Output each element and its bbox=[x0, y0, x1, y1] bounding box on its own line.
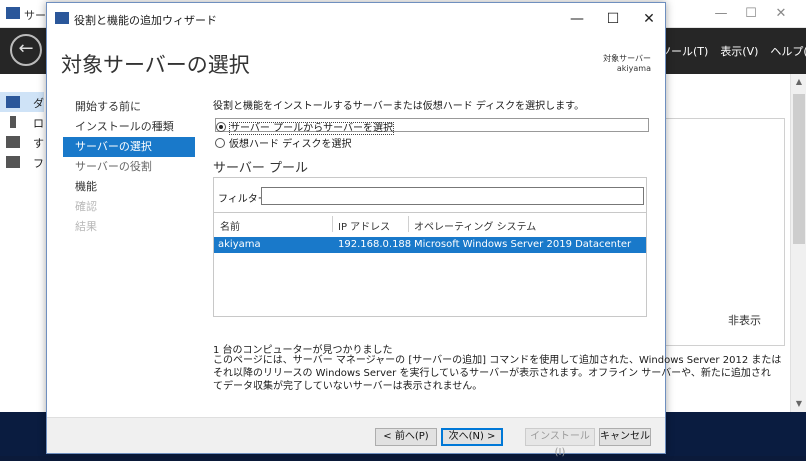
radio-vhd-label: 仮想ハード ディスクを選択 bbox=[229, 139, 352, 150]
column-separator[interactable] bbox=[408, 216, 409, 232]
description-text: このページには、サーバー マネージャーの [サーバーの追加] コマンドを使用して… bbox=[213, 354, 782, 393]
server-manager-icon bbox=[6, 7, 20, 19]
nav-features[interactable]: 機能 bbox=[63, 177, 195, 197]
close-button[interactable]: ✕ bbox=[635, 9, 663, 29]
next-button[interactable]: 次へ(N) > bbox=[441, 428, 503, 446]
filter-input[interactable] bbox=[261, 187, 644, 205]
sidebar-item-file[interactable]: フ bbox=[0, 152, 44, 172]
server-manager-title: サー bbox=[24, 9, 46, 22]
server-manager-sidebar: ダ ロ す フ bbox=[0, 92, 44, 172]
hide-link[interactable]: 非表示 bbox=[728, 312, 761, 328]
menu-view[interactable]: 表示(V) bbox=[720, 45, 758, 58]
server-icon bbox=[10, 116, 16, 128]
bg-close-button[interactable]: ✕ bbox=[766, 4, 796, 24]
cell-os: Microsoft Windows Server 2019 Datacenter bbox=[414, 239, 632, 250]
server-manager-menu: ツール(T) 表示(V) ヘルプ(H) bbox=[660, 43, 806, 59]
dashboard-icon bbox=[6, 96, 20, 108]
menu-help[interactable]: ヘルプ(H) bbox=[770, 45, 806, 58]
nav-server-selection[interactable]: サーバーの選択 bbox=[63, 137, 195, 157]
bg-maximize-button[interactable]: ☐ bbox=[736, 4, 766, 24]
sidebar-item-dashboard[interactable]: ダ bbox=[0, 92, 44, 112]
wizard-nav: 開始する前に インストールの種類 サーバーの選択 サーバーの役割 機能 確認 結… bbox=[63, 97, 195, 237]
nav-confirmation: 確認 bbox=[75, 200, 97, 213]
bg-minimize-button[interactable]: — bbox=[706, 4, 736, 24]
servers-icon bbox=[6, 136, 20, 148]
menu-tools[interactable]: ツール(T) bbox=[660, 45, 708, 58]
cell-name: akiyama bbox=[218, 239, 261, 250]
wizard-footer: < 前へ(P) 次へ(N) > インストール(I) キャンセル bbox=[47, 417, 665, 458]
description-line: てデータ収集が完了していないサーバーは表示されません。 bbox=[213, 381, 483, 392]
add-roles-wizard: 役割と機能の追加ウィザード — ☐ ✕ 対象サーバーの選択 対象サーバー aki… bbox=[46, 2, 782, 458]
target-server-label: 対象サーバー bbox=[603, 54, 651, 63]
column-header-name[interactable]: 名前 bbox=[220, 218, 240, 233]
radio-vhd[interactable]: 仮想ハード ディスクを選択 bbox=[215, 135, 352, 150]
server-pool-box: フィルター: 名前 IP アドレス オペレーティング システム akiyama … bbox=[213, 177, 647, 317]
sidebar-item-local[interactable]: ロ bbox=[0, 112, 44, 132]
page-title: 対象サーバーの選択 bbox=[61, 53, 250, 77]
target-server-value: akiyama bbox=[616, 64, 651, 73]
nav-server-roles[interactable]: サーバーの役割 bbox=[63, 157, 195, 177]
server-pool-title: サーバー プール bbox=[213, 161, 309, 176]
wizard-title: 役割と機能の追加ウィザード bbox=[74, 14, 217, 27]
install-button: インストール(I) bbox=[525, 428, 595, 458]
file-services-icon bbox=[6, 156, 20, 168]
sidebar-item-label: ロ bbox=[33, 117, 44, 130]
wizard-titlebar: 役割と機能の追加ウィザード — ☐ ✕ bbox=[47, 3, 665, 33]
server-grid: 名前 IP アドレス オペレーティング システム akiyama 192.168… bbox=[214, 212, 646, 316]
intro-text: 役割と機能をインストールするサーバーまたは仮想ハード ディスクを選択します。 bbox=[213, 101, 585, 112]
sidebar-item-label: す bbox=[33, 137, 44, 150]
table-row[interactable]: akiyama 192.168.0.188 Microsoft Windows … bbox=[214, 237, 646, 253]
sidebar-item-label: ダ bbox=[33, 97, 44, 110]
sidebar-item-all[interactable]: す bbox=[0, 132, 44, 152]
grid-header: 名前 IP アドレス オペレーティング システム bbox=[214, 213, 646, 235]
cell-ip: 192.168.0.188 bbox=[338, 239, 412, 250]
vertical-scrollbar[interactable]: ▲ ▼ bbox=[790, 74, 806, 412]
radio-server-pool-label: サーバー プールからサーバーを選択 bbox=[229, 122, 394, 135]
radio-unselected-icon[interactable] bbox=[215, 138, 225, 148]
description-line: それ以降のリリースの Windows Server を実行しているサーバーが表示… bbox=[213, 368, 771, 379]
nav-before-you-begin[interactable]: 開始する前に bbox=[63, 97, 195, 117]
radio-server-pool[interactable]: サーバー プールからサーバーを選択 bbox=[215, 118, 649, 135]
scroll-up-icon[interactable]: ▲ bbox=[791, 74, 806, 90]
wizard-app-icon bbox=[55, 12, 69, 24]
back-arrow-icon[interactable]: ← bbox=[10, 34, 42, 66]
minimize-button[interactable]: — bbox=[563, 9, 591, 29]
description-line: このページには、サーバー マネージャーの [サーバーの追加] コマンドを使用して… bbox=[213, 355, 782, 366]
sidebar-item-label: フ bbox=[33, 157, 44, 170]
scroll-down-icon[interactable]: ▼ bbox=[791, 396, 806, 412]
server-manager-panel bbox=[658, 118, 785, 346]
column-separator[interactable] bbox=[332, 216, 333, 232]
column-header-os[interactable]: オペレーティング システム bbox=[414, 218, 536, 233]
column-header-ip[interactable]: IP アドレス bbox=[338, 218, 390, 233]
previous-button[interactable]: < 前へ(P) bbox=[375, 428, 437, 446]
radio-selected-icon[interactable] bbox=[216, 122, 226, 132]
cancel-button[interactable]: キャンセル bbox=[599, 428, 651, 446]
scroll-thumb[interactable] bbox=[793, 94, 805, 244]
nav-results: 結果 bbox=[75, 220, 97, 233]
nav-installation-type[interactable]: インストールの種類 bbox=[63, 117, 195, 137]
maximize-button[interactable]: ☐ bbox=[599, 9, 627, 29]
